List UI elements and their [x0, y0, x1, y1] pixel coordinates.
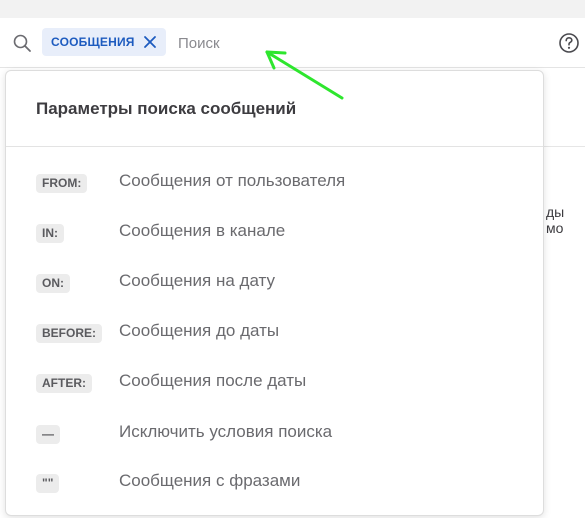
option-before[interactable]: BEFORE: Сообщения до даты	[6, 311, 543, 355]
option-label: Исключить условия поиска	[119, 422, 333, 441]
background-text-fragment: ды мо	[546, 204, 565, 236]
option-label: Сообщения в канале	[119, 221, 286, 240]
search-input[interactable]	[172, 28, 532, 58]
option-in[interactable]: IN: Сообщения в канале	[6, 211, 543, 255]
popover-divider	[6, 146, 543, 147]
close-icon[interactable]	[143, 35, 157, 49]
option-label: Сообщения до даты	[119, 321, 280, 340]
option-label: Сообщения после даты	[119, 371, 307, 390]
top-strip	[0, 0, 585, 18]
option-tag: ""	[36, 474, 60, 493]
option-phrase[interactable]: "" Сообщения с фразами	[6, 461, 543, 505]
option-exclude[interactable]: — Исключить условия поиска	[6, 412, 543, 456]
option-tag: AFTER:	[36, 374, 92, 393]
search-options-popover: Параметры поиска сообщений FROM: Сообщен…	[5, 70, 544, 516]
option-tag: FROM:	[36, 174, 88, 193]
popover-title: Параметры поиска сообщений	[36, 99, 297, 118]
option-label: Сообщения на дату	[119, 271, 276, 290]
option-tag: —	[36, 425, 60, 444]
background-divider	[543, 146, 585, 147]
search-bar: СООБЩЕНИЯ	[0, 18, 585, 68]
option-tag: BEFORE:	[36, 324, 102, 343]
option-tag: IN:	[36, 224, 64, 243]
search-icon	[13, 34, 31, 52]
help-circle-icon[interactable]	[558, 32, 580, 54]
search-scope-chip-label: СООБЩЕНИЯ	[51, 35, 135, 49]
option-label: Сообщения от пользователя	[119, 171, 346, 190]
search-scope-chip[interactable]: СООБЩЕНИЯ	[42, 28, 166, 56]
option-after[interactable]: AFTER: Сообщения после даты	[6, 361, 543, 405]
option-on[interactable]: ON: Сообщения на дату	[6, 261, 543, 305]
option-from[interactable]: FROM: Сообщения от пользователя	[6, 161, 543, 205]
option-tag: ON:	[36, 274, 70, 293]
option-label: Сообщения с фразами	[119, 471, 301, 490]
